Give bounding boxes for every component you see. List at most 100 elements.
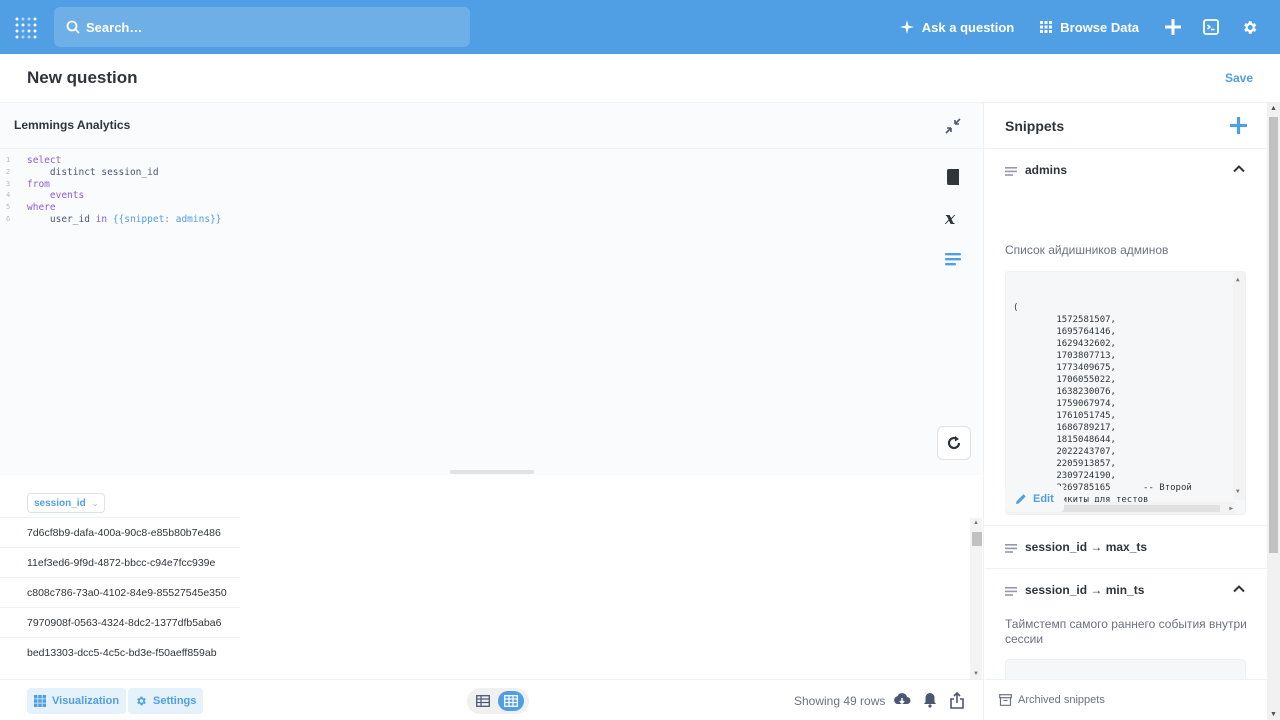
- scrollbar-thumb[interactable]: [972, 532, 982, 546]
- code-token: distinct session_id: [27, 166, 159, 178]
- code-line[interactable]: 6 user_id in {{snippet: admins}}: [0, 214, 221, 226]
- sql-keyword: where: [27, 202, 56, 214]
- scroll-down-arrow-icon[interactable]: ▼: [1270, 711, 1277, 718]
- new-button[interactable]: [1165, 19, 1181, 35]
- table-row[interactable]: bed13303-dcc5-4c5c-bd3e-f50aeff859ab: [0, 637, 240, 667]
- share-icon[interactable]: [949, 692, 965, 709]
- top-nav: Search… Ask a question Browse Data: [0, 0, 1280, 54]
- question-header: New question Save: [0, 54, 1280, 103]
- line-number: 1: [6, 156, 11, 164]
- snippet-code[interactable]: ( 1572581507, 1695764146, 1629432602, 17…: [1005, 271, 1246, 515]
- snippet-session-id-max-ts[interactable]: session_id → max_ts: [985, 526, 1267, 569]
- code-text: events: [14, 190, 84, 202]
- snippets-button[interactable]: [944, 250, 962, 273]
- snippets-header: Snippets: [985, 103, 1267, 149]
- code-line[interactable]: 3 from: [0, 179, 221, 191]
- line-number: 2: [6, 167, 11, 176]
- archived-snippets-label: Archived snippets: [1018, 694, 1105, 706]
- save-button[interactable]: Save: [1225, 71, 1253, 85]
- data-reference-button[interactable]: [944, 168, 962, 191]
- run-query-button[interactable]: [937, 426, 971, 460]
- column-header-label: session_id: [34, 497, 86, 509]
- refresh-icon: [947, 436, 961, 450]
- snippet-header-min-ts[interactable]: session_id → min_ts: [985, 569, 1267, 612]
- scroll-up-arrow-icon[interactable]: ▲: [973, 520, 979, 526]
- results-scrollbar[interactable]: ▲ ▼: [970, 518, 982, 679]
- gear-icon: [137, 696, 146, 706]
- sql-editor-button[interactable]: [1203, 19, 1219, 35]
- list-table-icon: [476, 695, 490, 707]
- snippet-tag: {{snippet: admins}}: [107, 213, 222, 225]
- archive-icon: [999, 694, 1012, 706]
- chevron-up-icon[interactable]: [1233, 163, 1245, 175]
- sql-keyword: select: [27, 155, 62, 166]
- settings-footer-label: Settings: [153, 695, 197, 707]
- snippet-icon: [945, 253, 961, 266]
- edit-snippet-label: Edit: [1033, 493, 1054, 505]
- code-line[interactable]: 4 events: [0, 190, 221, 202]
- snippet-session-id-min-ts: session_id → min_ts Таймстемп самого ран…: [985, 569, 1267, 699]
- collapse-editor-icon[interactable]: [944, 117, 962, 135]
- browse-data-button[interactable]: Browse Data: [1040, 20, 1139, 35]
- line-number: 3: [6, 179, 11, 188]
- grid-view-toggle[interactable]: [498, 691, 524, 711]
- ask-question-button[interactable]: Ask a question: [899, 20, 1014, 35]
- code-text: distinct session_id: [14, 167, 159, 179]
- resize-handle[interactable]: [450, 470, 534, 474]
- snippet-code-text: ( 1572581507, 1695764146, 1629432602, 17…: [1013, 303, 1192, 514]
- scroll-down-arrow-icon[interactable]: ▼: [973, 671, 979, 677]
- archived-snippets-button[interactable]: Archived snippets: [985, 679, 1267, 720]
- table-view-toggle[interactable]: [470, 691, 496, 711]
- snippet-description: Список айдишников админов: [1005, 243, 1169, 257]
- sql-keyword: in: [95, 213, 108, 225]
- page-scrollbar[interactable]: ▲ ▼: [1267, 103, 1280, 720]
- variable-x-icon: x: [944, 209, 956, 229]
- scroll-up-arrow-icon[interactable]: ▲: [1270, 105, 1277, 112]
- bell-icon[interactable]: [923, 692, 937, 708]
- snippet-name: admins: [1025, 163, 1068, 177]
- chevron-up-icon[interactable]: [1233, 583, 1245, 595]
- visualization-button[interactable]: Visualization: [27, 688, 127, 714]
- code-scrollbar-v[interactable]: ▲ ▼: [1233, 272, 1245, 500]
- sql-keyword: events: [27, 190, 85, 202]
- variables-button[interactable]: x: [944, 209, 962, 232]
- table-row[interactable]: c808c786-73a0-4102-84e9-85527545e350: [0, 577, 240, 607]
- snippets-title: Snippets: [1005, 118, 1065, 134]
- search-icon: [66, 20, 80, 34]
- view-toggle: [467, 688, 529, 714]
- code-line[interactable]: 2 distinct session_id: [0, 167, 221, 179]
- search-input[interactable]: Search…: [54, 7, 470, 47]
- settings-button[interactable]: [1241, 19, 1258, 36]
- code-token: user_id: [27, 213, 96, 225]
- add-snippet-icon[interactable]: [1230, 117, 1247, 134]
- edit-snippet-button[interactable]: Edit: [1005, 486, 1064, 512]
- table-icon: [34, 695, 46, 707]
- search-placeholder: Search…: [86, 19, 143, 35]
- code-line[interactable]: 5 where: [0, 202, 221, 214]
- table-row[interactable]: 11ef3ed6-9f9d-4872-bbcc-c94e7fcc939e: [0, 547, 240, 577]
- table-rows: 7d6cf8b9-dafa-400a-90c8-e85b80b7e486 11ef…: [0, 517, 968, 667]
- snippet-name: session_id → min_ts: [1025, 583, 1145, 597]
- table-row[interactable]: 7970908f-0563-4324-8dc2-1377dfb5aba6: [0, 607, 240, 637]
- metabase-logo-icon[interactable]: [14, 15, 38, 39]
- sql-editor: Lemmings Analytics 1 select 2 distinct ses…: [0, 103, 984, 475]
- question-footer: Visualization Settings Showing 49 rows: [0, 679, 984, 720]
- download-icon[interactable]: [893, 692, 911, 708]
- column-header-session-id[interactable]: session_id ⌄: [27, 493, 106, 513]
- database-picker[interactable]: Lemmings Analytics: [14, 118, 130, 132]
- snippets-sidebar: Snippets admins Список айдишников админо…: [985, 103, 1267, 720]
- sql-editor-icon: [1203, 19, 1219, 35]
- code-line[interactable]: 1 select: [0, 155, 221, 167]
- page-title[interactable]: New question: [27, 68, 138, 88]
- snippet-header-admins[interactable]: admins: [985, 149, 1267, 192]
- table-row[interactable]: 7d6cf8b9-dafa-400a-90c8-e85b80b7e486: [0, 517, 240, 547]
- scrollbar-thumb[interactable]: [1269, 117, 1278, 553]
- code-text: user_id in {{snippet: admins}}: [14, 213, 222, 226]
- editor-side-tools: x: [944, 168, 962, 291]
- database-bar: Lemmings Analytics: [0, 103, 984, 149]
- grid-icon: [504, 695, 518, 707]
- snippet-icon: [1005, 167, 1017, 176]
- code-editor[interactable]: 1 select 2 distinct session_id 3 from 4 event…: [0, 155, 221, 226]
- settings-footer-button[interactable]: Settings: [128, 688, 204, 714]
- snippet-icon: [1005, 587, 1017, 596]
